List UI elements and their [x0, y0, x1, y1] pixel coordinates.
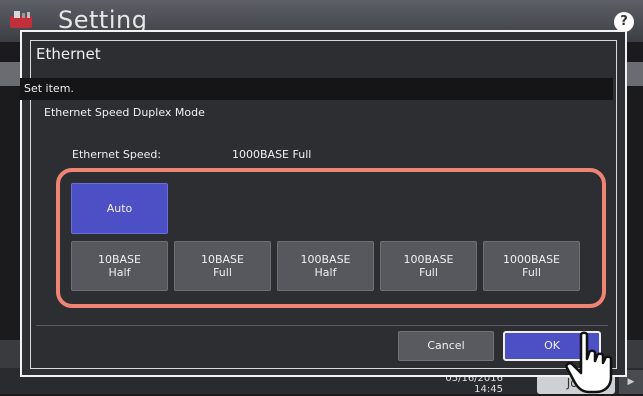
cancel-button[interactable]: Cancel	[398, 331, 494, 361]
time-text: 14:45	[474, 384, 503, 395]
dialog-title: Ethernet	[36, 45, 101, 63]
option-auto-button[interactable]: Auto	[71, 183, 168, 234]
option-100base-half-button[interactable]: 100BASE Half	[277, 241, 374, 291]
setting-app-icon	[10, 11, 32, 28]
speed-label: Ethernet Speed:	[72, 148, 162, 161]
option-10base-half-button[interactable]: 10BASE Half	[71, 241, 168, 291]
button-divider	[36, 325, 608, 326]
option-100base-full-button[interactable]: 100BASE Full	[380, 241, 477, 291]
option-10base-full-button[interactable]: 10BASE Full	[174, 241, 271, 291]
option-1000base-full-button[interactable]: 1000BASE Full	[483, 241, 580, 291]
message-bar	[20, 78, 613, 100]
setting-subtitle: Ethernet Speed Duplex Mode	[44, 106, 205, 119]
pointer-hand-icon	[565, 331, 613, 394]
message-text: Set item.	[24, 82, 74, 95]
speed-value: 1000BASE Full	[232, 148, 312, 161]
help-button[interactable]: ?	[614, 12, 634, 32]
